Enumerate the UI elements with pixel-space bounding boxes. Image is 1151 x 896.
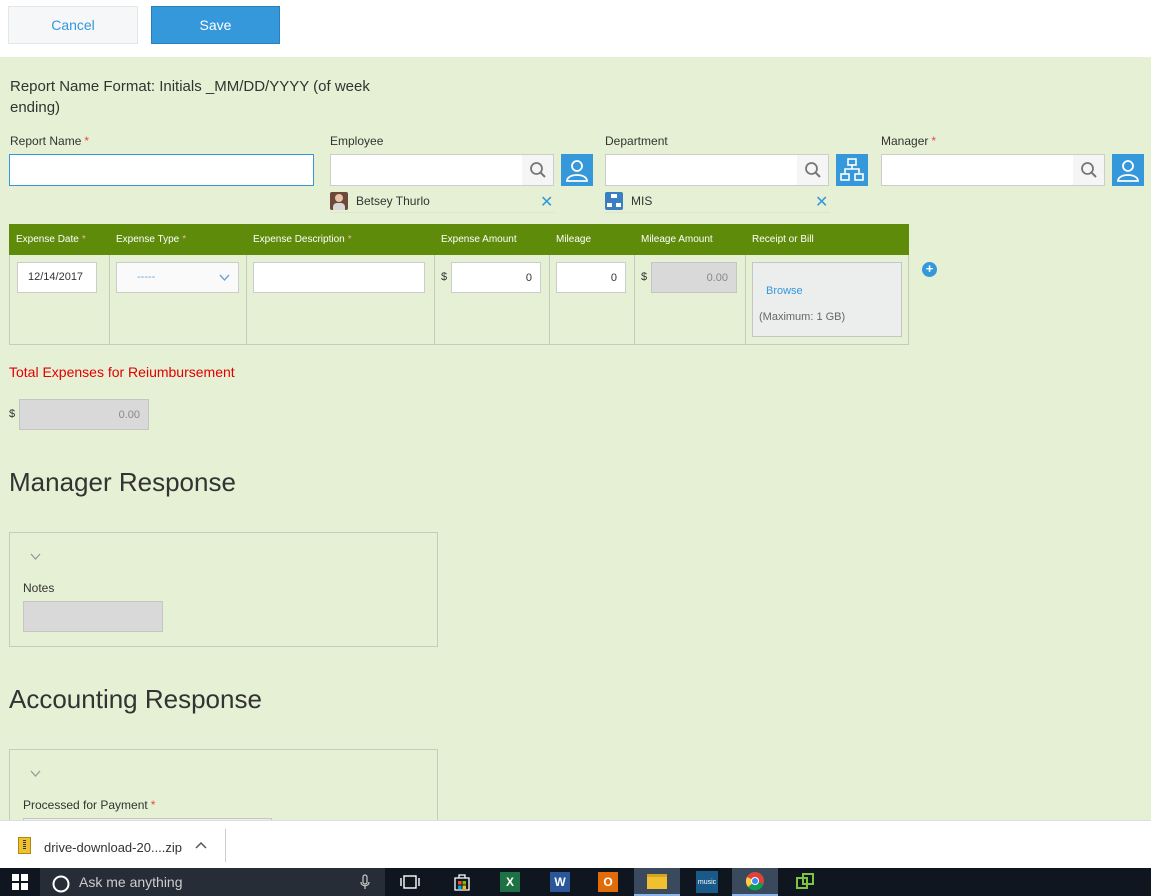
- total-expenses-field: 0.00: [19, 399, 149, 430]
- employee-name: Betsey Thurlo: [356, 194, 430, 208]
- department-name: MIS: [631, 194, 653, 208]
- header-expense-amount: Expense Amount: [441, 234, 517, 245]
- user-icon: [566, 160, 588, 182]
- mileage-amount-field: 0.00: [651, 262, 737, 293]
- manager-response-panel: Notes: [9, 532, 438, 647]
- manager-user-picker-button[interactable]: [1112, 154, 1144, 186]
- manager-response-title: Manager Response: [9, 467, 236, 497]
- search-icon: [529, 162, 546, 178]
- org-chart-icon: [840, 158, 864, 181]
- cancel-button[interactable]: Cancel: [8, 6, 138, 44]
- department-org-picker-button[interactable]: [836, 154, 868, 186]
- department-remove-icon[interactable]: ✕: [815, 192, 828, 212]
- browse-link[interactable]: Browse: [766, 285, 803, 297]
- taskbar-search-box[interactable]: Ask me anything: [40, 868, 385, 896]
- windows-start-button[interactable]: [0, 868, 40, 896]
- user-icon: [1117, 160, 1139, 182]
- notes-field: [23, 601, 163, 632]
- header-mileage: Mileage: [556, 234, 592, 245]
- processed-for-payment-label: Processed for Payment *: [23, 798, 156, 812]
- expense-description-input[interactable]: [253, 262, 425, 293]
- search-icon: [804, 162, 821, 178]
- save-button[interactable]: Save: [151, 6, 280, 44]
- expense-type-select[interactable]: -----: [116, 262, 239, 293]
- store-icon[interactable]: [439, 868, 485, 896]
- header-receipt-or-bill: Receipt or Bill: [752, 234, 814, 245]
- avatar: [330, 192, 348, 210]
- employee-label: Employee: [330, 134, 384, 148]
- expense-date-input[interactable]: 12/14/2017: [17, 262, 97, 293]
- total-currency-symbol: $: [9, 408, 16, 420]
- windows-taskbar: Ask me anything X W O music: [0, 868, 1151, 896]
- employee-search-button[interactable]: [522, 154, 554, 186]
- chevron-down-icon[interactable]: [30, 770, 41, 777]
- windows-logo-icon: [12, 874, 28, 890]
- receipt-upload-box: Browse (Maximum: 1 GB): [752, 262, 902, 337]
- taskbar-search-placeholder: Ask me anything: [79, 874, 183, 890]
- department-selected-chip: MIS: [605, 190, 830, 213]
- header-expense-date: Expense Date *: [16, 234, 86, 245]
- report-name-input[interactable]: [9, 154, 314, 186]
- download-filename[interactable]: drive-download-20....zip: [44, 840, 182, 855]
- word-icon[interactable]: W: [537, 868, 583, 896]
- report-name-label: Report Name *: [10, 134, 90, 148]
- mileage-input[interactable]: 0: [556, 262, 626, 293]
- chevron-down-icon: [219, 274, 230, 282]
- cortana-icon: [52, 875, 70, 893]
- add-row-icon[interactable]: +: [922, 262, 937, 277]
- expense-amount-input[interactable]: 0: [451, 262, 541, 293]
- header-expense-description: Expense Description *: [253, 234, 352, 245]
- excel-icon[interactable]: X: [487, 868, 533, 896]
- department-search-button[interactable]: [797, 154, 829, 186]
- vmware-icon[interactable]: [782, 868, 828, 896]
- download-bar: drive-download-20....zip: [0, 820, 1151, 869]
- amazon-music-icon[interactable]: music: [684, 868, 730, 896]
- accounting-response-title: Accounting Response: [9, 684, 262, 714]
- manager-label: Manager *: [881, 134, 937, 148]
- accounting-response-panel: Processed for Payment *: [9, 749, 438, 829]
- mileage-currency-symbol: $: [641, 271, 648, 283]
- employee-user-picker-button[interactable]: [561, 154, 593, 186]
- department-label: Department: [605, 134, 668, 148]
- header-mileage-amount: Mileage Amount: [641, 234, 713, 245]
- chevron-down-icon[interactable]: [30, 553, 41, 560]
- expense-type-value: -----: [137, 271, 156, 283]
- search-icon: [1080, 162, 1097, 178]
- manager-search-button[interactable]: [1073, 154, 1105, 186]
- employee-remove-icon[interactable]: ✕: [540, 192, 553, 212]
- file-explorer-icon[interactable]: [634, 868, 680, 896]
- chrome-icon[interactable]: [732, 868, 778, 896]
- notes-label: Notes: [23, 581, 55, 595]
- zip-file-icon: [18, 837, 31, 854]
- max-size-note: (Maximum: 1 GB): [759, 311, 846, 323]
- employee-input[interactable]: [330, 154, 523, 186]
- amount-currency-symbol: $: [441, 271, 448, 283]
- outlook-icon[interactable]: O: [585, 868, 631, 896]
- chevron-up-icon[interactable]: [195, 841, 207, 849]
- toolbar: Cancel Save: [0, 0, 1151, 57]
- task-view-icon[interactable]: [387, 868, 433, 896]
- department-input[interactable]: [605, 154, 798, 186]
- total-expenses-label: Total Expenses for Reiumbursement: [9, 364, 235, 380]
- table-row: 12/14/2017 ----- $ 0 0 $ 0.00 Browse (Ma…: [9, 255, 909, 345]
- microphone-icon[interactable]: [360, 874, 370, 890]
- report-name-format-note: Report Name Format: Initials _MM/DD/YYYY…: [10, 78, 370, 116]
- employee-selected-chip: Betsey Thurlo: [330, 190, 555, 213]
- expense-table-header: Expense Date * Expense Type * Expense Desc…: [9, 224, 909, 255]
- department-icon: [605, 192, 623, 210]
- manager-input[interactable]: [881, 154, 1074, 186]
- header-expense-type: Expense Type *: [116, 234, 187, 245]
